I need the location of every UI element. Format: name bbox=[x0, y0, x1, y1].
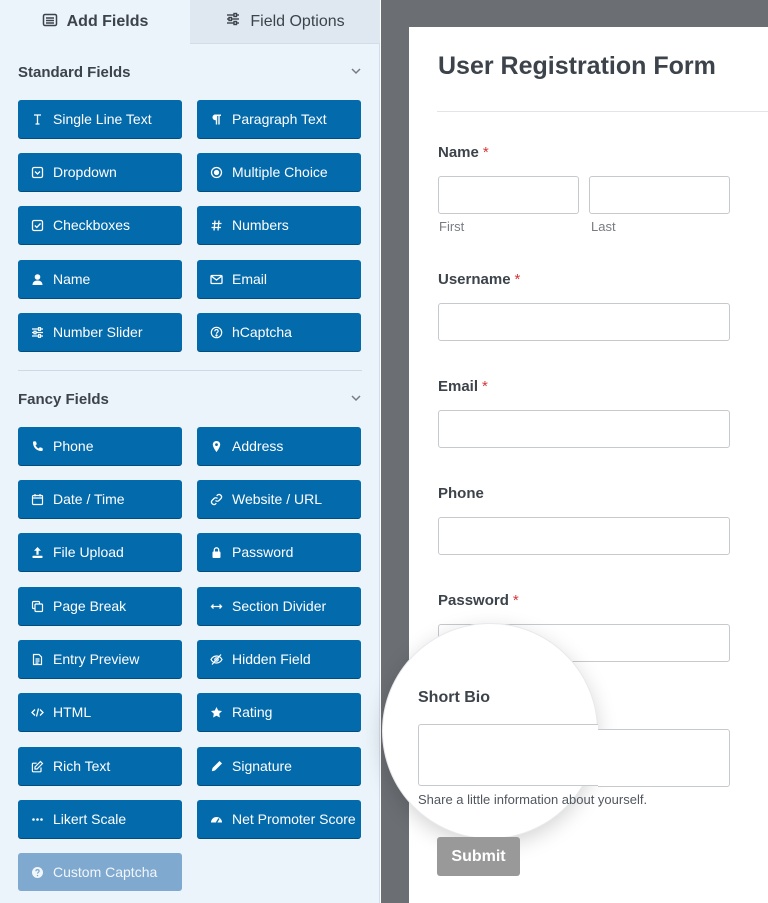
tab-field-options-label: Field Options bbox=[250, 12, 345, 30]
fancy-fields-title: Fancy Fields bbox=[18, 390, 109, 408]
eye-slash-icon bbox=[210, 653, 223, 666]
copy-icon bbox=[31, 600, 44, 613]
field-date-time-button[interactable]: Date / Time bbox=[18, 480, 182, 518]
tab-add-fields[interactable]: Add Fields bbox=[0, 0, 190, 44]
field-number-slider-button[interactable]: Number Slider bbox=[18, 313, 182, 351]
user-icon bbox=[31, 273, 44, 286]
field-hidden-field-button[interactable]: Hidden Field bbox=[197, 640, 361, 678]
section-divider bbox=[18, 370, 362, 371]
field-email-button[interactable]: Email bbox=[197, 260, 361, 298]
upload-icon bbox=[31, 546, 44, 559]
map-pin-icon bbox=[210, 440, 223, 453]
field-entry-preview-button[interactable]: Entry Preview bbox=[18, 640, 182, 678]
short-bio-textarea-edge[interactable] bbox=[598, 729, 730, 787]
field-html-button[interactable]: HTML bbox=[18, 693, 182, 731]
tab-add-fields-label: Add Fields bbox=[66, 13, 149, 30]
required-asterisk: * bbox=[482, 144, 489, 161]
field-password-button[interactable]: Password bbox=[197, 533, 361, 571]
field-signature-button[interactable]: Signature bbox=[197, 747, 361, 785]
field-website-url-button[interactable]: Website / URL bbox=[197, 480, 361, 518]
title-divider bbox=[437, 111, 768, 112]
username-input[interactable] bbox=[438, 303, 730, 341]
phone-icon bbox=[31, 440, 44, 453]
field-multiple-choice-button[interactable]: Multiple Choice bbox=[197, 153, 361, 191]
field-paragraph-text-button[interactable]: Paragraph Text bbox=[197, 100, 361, 138]
hash-icon bbox=[210, 219, 223, 232]
sliders-icon bbox=[31, 326, 44, 339]
list-icon bbox=[42, 12, 58, 33]
required-asterisk: * bbox=[514, 271, 521, 288]
field-address-button[interactable]: Address bbox=[197, 427, 361, 465]
short-bio-field-label[interactable]: Short Bio bbox=[418, 689, 490, 707]
field-phone-button[interactable]: Phone bbox=[18, 427, 182, 465]
calendar-icon bbox=[31, 493, 44, 506]
fields-panel: Add Fields Field Options Standard Fields… bbox=[0, 0, 380, 903]
phone-field-label[interactable]: Phone bbox=[438, 485, 484, 502]
sliders-icon bbox=[225, 11, 241, 32]
name-field-label[interactable]: Name * bbox=[438, 144, 489, 161]
field-dropdown-button[interactable]: Dropdown bbox=[18, 153, 182, 191]
pen-icon bbox=[210, 760, 223, 773]
field-section-divider-button[interactable]: Section Divider bbox=[197, 587, 361, 625]
field-hcaptcha-button[interactable]: hCaptcha bbox=[197, 313, 361, 351]
gauge-icon bbox=[210, 813, 223, 826]
dropdown-icon bbox=[31, 166, 44, 179]
field-custom-captcha-button[interactable]: Custom Captcha bbox=[18, 853, 182, 891]
question-circle-icon bbox=[31, 866, 44, 879]
fancy-fields-header[interactable]: Fancy Fields bbox=[18, 387, 362, 411]
field-page-break-button[interactable]: Page Break bbox=[18, 587, 182, 625]
email-input[interactable] bbox=[438, 410, 730, 448]
link-icon bbox=[210, 493, 223, 506]
field-file-upload-button[interactable]: File Upload bbox=[18, 533, 182, 571]
field-name-button[interactable]: Name bbox=[18, 260, 182, 298]
field-likert-scale-button[interactable]: Likert Scale bbox=[18, 800, 182, 838]
chevron-down-icon bbox=[350, 64, 362, 81]
standard-fields-title: Standard Fields bbox=[18, 63, 131, 81]
short-bio-description: Share a little information about yoursel… bbox=[418, 792, 648, 807]
ellipsis-icon bbox=[31, 813, 44, 826]
standard-fields-header[interactable]: Standard Fields bbox=[18, 60, 362, 84]
checkbox-icon bbox=[31, 219, 44, 232]
envelope-icon bbox=[210, 273, 223, 286]
phone-input[interactable] bbox=[438, 517, 730, 555]
panel-tabs: Add Fields Field Options bbox=[0, 0, 380, 44]
required-asterisk: * bbox=[512, 592, 519, 609]
form-title: User Registration Form bbox=[438, 52, 716, 80]
tab-field-options[interactable]: Field Options bbox=[190, 0, 380, 44]
paragraph-icon bbox=[210, 113, 223, 126]
chevron-down-icon bbox=[350, 391, 362, 408]
name-last-sublabel: Last bbox=[591, 219, 616, 234]
field-rating-button[interactable]: Rating bbox=[197, 693, 361, 731]
name-last-input[interactable] bbox=[589, 176, 730, 214]
field-numbers-button[interactable]: Numbers bbox=[197, 206, 361, 244]
field-net-promoter-score-button[interactable]: Net Promoter Score bbox=[197, 800, 361, 838]
required-asterisk: * bbox=[482, 378, 488, 395]
field-rich-text-button[interactable]: Rich Text bbox=[18, 747, 182, 785]
arrows-h-icon bbox=[210, 600, 223, 613]
field-single-line-text-button[interactable]: Single Line Text bbox=[18, 100, 182, 138]
name-first-input[interactable] bbox=[438, 176, 579, 214]
submit-button[interactable]: Submit bbox=[437, 837, 520, 876]
file-text-icon bbox=[31, 653, 44, 666]
short-bio-textarea[interactable] bbox=[418, 724, 598, 786]
star-icon bbox=[210, 706, 223, 719]
password-field-label[interactable]: Password * bbox=[438, 592, 519, 609]
name-first-sublabel: First bbox=[439, 219, 465, 234]
radio-icon bbox=[210, 166, 223, 179]
edit-icon bbox=[31, 760, 44, 773]
username-field-label[interactable]: Username * bbox=[438, 271, 520, 288]
text-cursor-icon bbox=[31, 113, 44, 126]
email-field-label[interactable]: Email * bbox=[438, 378, 488, 395]
field-checkboxes-button[interactable]: Checkboxes bbox=[18, 206, 182, 244]
code-icon bbox=[31, 706, 44, 719]
lock-icon bbox=[210, 546, 223, 559]
question-circle-icon bbox=[210, 326, 223, 339]
